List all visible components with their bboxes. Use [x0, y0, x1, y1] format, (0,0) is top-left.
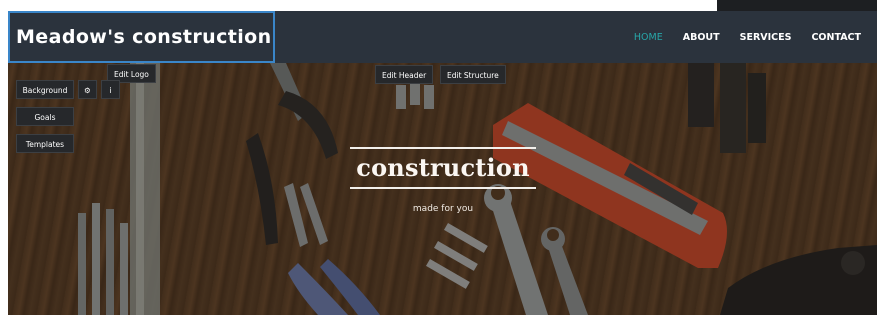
hero-darken-overlay	[8, 63, 877, 315]
hero-title-block: construction	[350, 147, 536, 189]
nav-link-about[interactable]: ABOUT	[683, 32, 720, 43]
hero-section: construction made for you	[8, 63, 877, 315]
hero-title-bottom-rule	[350, 187, 536, 189]
site-navbar: Meadow's construction HOME ABOUT SERVICE…	[8, 11, 877, 63]
edit-header-button[interactable]: Edit Header	[375, 65, 434, 84]
settings-icon[interactable]: ⚙	[78, 80, 97, 99]
nav-menu: HOME ABOUT SERVICES CONTACT	[634, 11, 861, 63]
goals-button[interactable]: Goals	[16, 107, 74, 126]
nav-link-contact[interactable]: CONTACT	[811, 32, 861, 43]
nav-link-services[interactable]: SERVICES	[740, 32, 792, 43]
background-button[interactable]: Background	[16, 80, 74, 99]
info-icon[interactable]: i	[101, 80, 120, 99]
hero-subtitle: made for you	[412, 204, 474, 214]
top-right-dark-strip	[717, 0, 877, 11]
site-logo-text: Meadow's construction	[16, 26, 272, 48]
nav-link-home[interactable]: HOME	[634, 32, 663, 43]
edit-structure-button[interactable]: Edit Structure	[440, 65, 506, 84]
site-logo[interactable]: Meadow's construction	[8, 11, 275, 63]
hero-title: construction	[356, 153, 530, 182]
templates-button[interactable]: Templates	[16, 134, 74, 153]
